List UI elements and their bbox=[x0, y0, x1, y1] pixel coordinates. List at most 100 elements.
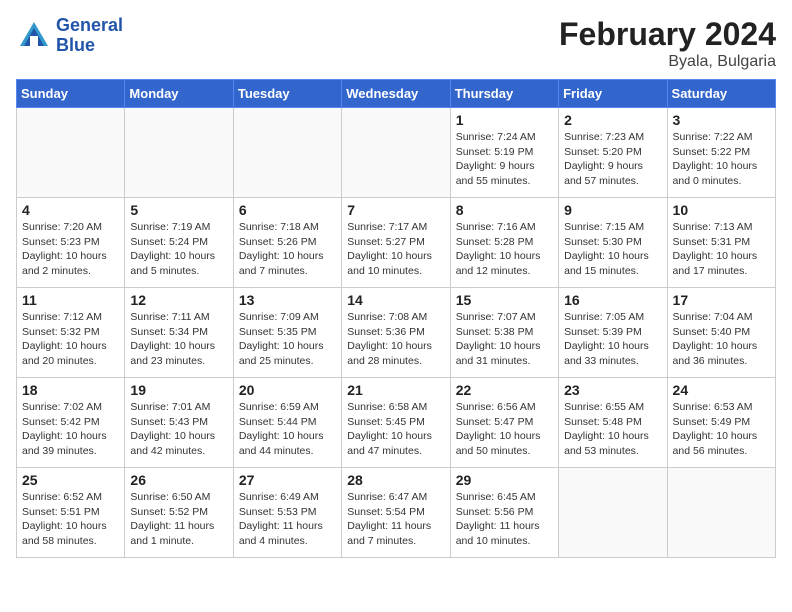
weekday-header-saturday: Saturday bbox=[667, 80, 775, 108]
week-row-5: 25 Sunrise: 6:52 AM Sunset: 5:51 PM Dayli… bbox=[17, 468, 776, 558]
day-info: Sunrise: 7:11 AM Sunset: 5:34 PM Dayligh… bbox=[130, 310, 227, 369]
day-number: 20 bbox=[239, 382, 336, 398]
day-cell-22: 22Sunrise: 6:56 AM Sunset: 5:47 PM Dayli… bbox=[450, 378, 558, 468]
day-cell-7: 7 Sunrise: 7:17 AM Sunset: 5:27 PM Daylig… bbox=[342, 198, 450, 288]
day-info: Sunrise: 6:45 AM Sunset: 5:56 PM Dayligh… bbox=[456, 490, 553, 549]
day-info: Sunrise: 7:15 AM Sunset: 5:30 PM Dayligh… bbox=[564, 220, 661, 279]
day-number: 6 bbox=[239, 202, 336, 218]
day-number: 15 bbox=[456, 292, 553, 308]
day-number: 22 bbox=[456, 382, 553, 398]
day-cell-1: 1 Sunrise: 7:24 AM Sunset: 5:19 PM Daylig… bbox=[450, 108, 558, 198]
day-cell-6: 6 Sunrise: 7:18 AM Sunset: 5:26 PM Daylig… bbox=[233, 198, 341, 288]
day-cell-10: 10Sunrise: 7:13 AM Sunset: 5:31 PM Dayli… bbox=[667, 198, 775, 288]
day-number: 29 bbox=[456, 472, 553, 488]
day-cell-25: 25 Sunrise: 6:52 AM Sunset: 5:51 PM Dayli… bbox=[17, 468, 125, 558]
day-number: 13 bbox=[239, 292, 336, 308]
day-cell-21: 21 Sunrise: 6:58 AM Sunset: 5:45 PM Dayli… bbox=[342, 378, 450, 468]
day-cell-12: 12Sunrise: 7:11 AM Sunset: 5:34 PM Dayli… bbox=[125, 288, 233, 378]
title-block: February 2024 Byala, Bulgaria bbox=[559, 16, 776, 71]
day-number: 5 bbox=[130, 202, 227, 218]
day-info: Sunrise: 6:50 AM Sunset: 5:52 PM Dayligh… bbox=[130, 490, 227, 549]
day-cell-26: 26Sunrise: 6:50 AM Sunset: 5:52 PM Dayli… bbox=[125, 468, 233, 558]
calendar-title: February 2024 bbox=[559, 16, 776, 53]
day-cell-9: 9 Sunrise: 7:15 AM Sunset: 5:30 PM Daylig… bbox=[559, 198, 667, 288]
day-number: 23 bbox=[564, 382, 661, 398]
day-number: 11 bbox=[22, 292, 119, 308]
logo-line2: Blue bbox=[56, 36, 123, 56]
calendar-table: SundayMondayTuesdayWednesdayThursdayFrid… bbox=[16, 79, 776, 558]
logo-icon bbox=[16, 18, 52, 54]
week-row-2: 4 Sunrise: 7:20 AM Sunset: 5:23 PM Daylig… bbox=[17, 198, 776, 288]
day-info: Sunrise: 6:55 AM Sunset: 5:48 PM Dayligh… bbox=[564, 400, 661, 459]
page-header: General Blue February 2024 Byala, Bulgar… bbox=[16, 16, 776, 71]
day-cell-15: 15Sunrise: 7:07 AM Sunset: 5:38 PM Dayli… bbox=[450, 288, 558, 378]
weekday-header-thursday: Thursday bbox=[450, 80, 558, 108]
day-cell-28: 28 Sunrise: 6:47 AM Sunset: 5:54 PM Dayli… bbox=[342, 468, 450, 558]
day-info: Sunrise: 6:49 AM Sunset: 5:53 PM Dayligh… bbox=[239, 490, 336, 549]
day-number: 17 bbox=[673, 292, 770, 308]
week-row-4: 18Sunrise: 7:02 AM Sunset: 5:42 PM Dayli… bbox=[17, 378, 776, 468]
day-info: Sunrise: 7:18 AM Sunset: 5:26 PM Dayligh… bbox=[239, 220, 336, 279]
day-info: Sunrise: 7:17 AM Sunset: 5:27 PM Dayligh… bbox=[347, 220, 444, 279]
weekday-header-friday: Friday bbox=[559, 80, 667, 108]
empty-cell bbox=[17, 108, 125, 198]
day-info: Sunrise: 7:23 AM Sunset: 5:20 PM Dayligh… bbox=[564, 130, 661, 189]
day-cell-19: 19 Sunrise: 7:01 AM Sunset: 5:43 PM Dayli… bbox=[125, 378, 233, 468]
day-number: 7 bbox=[347, 202, 444, 218]
day-info: Sunrise: 7:24 AM Sunset: 5:19 PM Dayligh… bbox=[456, 130, 553, 189]
logo: General Blue bbox=[16, 16, 123, 56]
day-number: 28 bbox=[347, 472, 444, 488]
day-number: 24 bbox=[673, 382, 770, 398]
day-info: Sunrise: 7:01 AM Sunset: 5:43 PM Dayligh… bbox=[130, 400, 227, 459]
day-number: 19 bbox=[130, 382, 227, 398]
day-cell-14: 14Sunrise: 7:08 AM Sunset: 5:36 PM Dayli… bbox=[342, 288, 450, 378]
day-number: 8 bbox=[456, 202, 553, 218]
day-cell-4: 4 Sunrise: 7:20 AM Sunset: 5:23 PM Daylig… bbox=[17, 198, 125, 288]
calendar-subtitle: Byala, Bulgaria bbox=[559, 53, 776, 71]
day-info: Sunrise: 6:53 AM Sunset: 5:49 PM Dayligh… bbox=[673, 400, 770, 459]
day-number: 4 bbox=[22, 202, 119, 218]
day-cell-3: 3Sunrise: 7:22 AM Sunset: 5:22 PM Daylig… bbox=[667, 108, 775, 198]
day-number: 9 bbox=[564, 202, 661, 218]
day-number: 3 bbox=[673, 112, 770, 128]
weekday-header-row: SundayMondayTuesdayWednesdayThursdayFrid… bbox=[17, 80, 776, 108]
day-cell-8: 8 Sunrise: 7:16 AM Sunset: 5:28 PM Daylig… bbox=[450, 198, 558, 288]
day-number: 27 bbox=[239, 472, 336, 488]
day-cell-16: 16Sunrise: 7:05 AM Sunset: 5:39 PM Dayli… bbox=[559, 288, 667, 378]
day-number: 2 bbox=[564, 112, 661, 128]
day-info: Sunrise: 7:13 AM Sunset: 5:31 PM Dayligh… bbox=[673, 220, 770, 279]
day-info: Sunrise: 6:47 AM Sunset: 5:54 PM Dayligh… bbox=[347, 490, 444, 549]
day-cell-2: 2 Sunrise: 7:23 AM Sunset: 5:20 PM Daylig… bbox=[559, 108, 667, 198]
empty-cell bbox=[233, 108, 341, 198]
empty-cell bbox=[342, 108, 450, 198]
day-info: Sunrise: 7:05 AM Sunset: 5:39 PM Dayligh… bbox=[564, 310, 661, 369]
day-info: Sunrise: 7:12 AM Sunset: 5:32 PM Dayligh… bbox=[22, 310, 119, 369]
weekday-header-wednesday: Wednesday bbox=[342, 80, 450, 108]
day-info: Sunrise: 6:52 AM Sunset: 5:51 PM Dayligh… bbox=[22, 490, 119, 549]
day-info: Sunrise: 6:58 AM Sunset: 5:45 PM Dayligh… bbox=[347, 400, 444, 459]
day-cell-18: 18Sunrise: 7:02 AM Sunset: 5:42 PM Dayli… bbox=[17, 378, 125, 468]
weekday-header-tuesday: Tuesday bbox=[233, 80, 341, 108]
day-info: Sunrise: 7:02 AM Sunset: 5:42 PM Dayligh… bbox=[22, 400, 119, 459]
day-info: Sunrise: 7:19 AM Sunset: 5:24 PM Dayligh… bbox=[130, 220, 227, 279]
day-info: Sunrise: 7:09 AM Sunset: 5:35 PM Dayligh… bbox=[239, 310, 336, 369]
day-cell-13: 13 Sunrise: 7:09 AM Sunset: 5:35 PM Dayli… bbox=[233, 288, 341, 378]
empty-cell bbox=[559, 468, 667, 558]
day-info: Sunrise: 7:16 AM Sunset: 5:28 PM Dayligh… bbox=[456, 220, 553, 279]
weekday-header-monday: Monday bbox=[125, 80, 233, 108]
weekday-header-sunday: Sunday bbox=[17, 80, 125, 108]
empty-cell bbox=[125, 108, 233, 198]
day-info: Sunrise: 7:20 AM Sunset: 5:23 PM Dayligh… bbox=[22, 220, 119, 279]
day-cell-29: 29 Sunrise: 6:45 AM Sunset: 5:56 PM Dayli… bbox=[450, 468, 558, 558]
day-info: Sunrise: 6:59 AM Sunset: 5:44 PM Dayligh… bbox=[239, 400, 336, 459]
week-row-1: 1 Sunrise: 7:24 AM Sunset: 5:19 PM Daylig… bbox=[17, 108, 776, 198]
day-cell-27: 27 Sunrise: 6:49 AM Sunset: 5:53 PM Dayli… bbox=[233, 468, 341, 558]
logo-line1: General bbox=[56, 16, 123, 36]
day-cell-5: 5 Sunrise: 7:19 AM Sunset: 5:24 PM Daylig… bbox=[125, 198, 233, 288]
day-cell-17: 17Sunrise: 7:04 AM Sunset: 5:40 PM Dayli… bbox=[667, 288, 775, 378]
day-number: 1 bbox=[456, 112, 553, 128]
day-number: 21 bbox=[347, 382, 444, 398]
day-number: 25 bbox=[22, 472, 119, 488]
day-info: Sunrise: 7:08 AM Sunset: 5:36 PM Dayligh… bbox=[347, 310, 444, 369]
day-cell-11: 11 Sunrise: 7:12 AM Sunset: 5:32 PM Dayli… bbox=[17, 288, 125, 378]
